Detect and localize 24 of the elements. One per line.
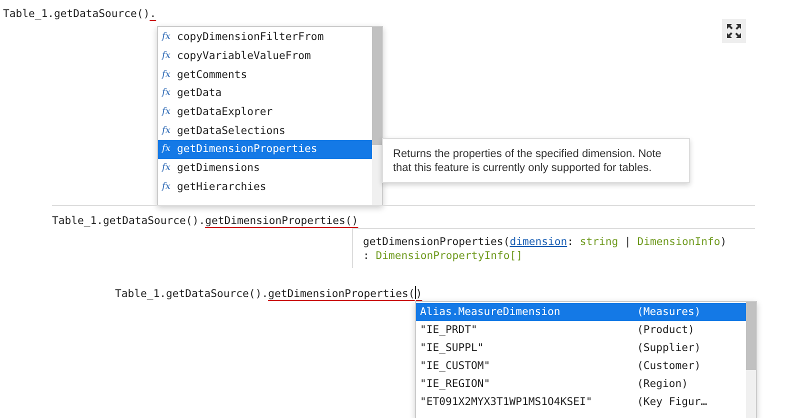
- tooltip: Returns the properties of the specified dimension. Note that this feature is currently only supported for tables.: [382, 138, 690, 183]
- code-line: Table_1.getDataSource().getDimensionProperties(): [52, 214, 358, 229]
- expand-button[interactable]: [722, 19, 746, 43]
- suggestion-item[interactable]: Alias.MeasureDimension (Measures): [416, 303, 746, 321]
- suggestion-item[interactable]: "IE_CUSTOM" (Customer): [416, 357, 746, 375]
- suggestion-item[interactable]: fx getData: [158, 84, 372, 103]
- suggestion-item[interactable]: fx getDimensionProperties: [158, 140, 372, 159]
- suggestion-item[interactable]: fx getHierarchies: [158, 178, 372, 196]
- expand-icon: [727, 24, 741, 38]
- suggestion-item[interactable]: fx getDimensions: [158, 158, 372, 178]
- code-line: Table_1.getDataSource().: [3, 7, 156, 22]
- signature-popup: getDimensionProperties(dimension: string | DimensionInfo) : DimensionPropertyInfo[]: [352, 228, 755, 268]
- suggestion-item[interactable]: fx getDataExplorer: [158, 102, 372, 122]
- code-line: Table_1.getDataSource().getDimensionProperties(): [115, 286, 422, 302]
- suggestion-item[interactable]: "IE_PRDT" (Product): [416, 321, 746, 339]
- suggestion-item[interactable]: "ET091X2MYX3T1WP1MS1O4KSEI" (Key Figur…: [416, 393, 746, 411]
- suggestion-item[interactable]: "IE_REGION" (Region): [416, 375, 746, 393]
- suggestion-item[interactable]: fx getComments: [158, 65, 372, 84]
- suggestion-item[interactable]: fx copyDimensionFilterFrom: [158, 28, 372, 47]
- suggestion-item[interactable]: fx copyVariableValueFrom: [158, 46, 372, 66]
- suggestion-item[interactable]: fx getDataSelections: [158, 121, 372, 140]
- suggestion-item[interactable]: "IE_SUPPL" (Supplier): [416, 339, 746, 357]
- scrollbar-thumb[interactable]: [746, 302, 756, 370]
- scrollbar-thumb[interactable]: [372, 27, 382, 145]
